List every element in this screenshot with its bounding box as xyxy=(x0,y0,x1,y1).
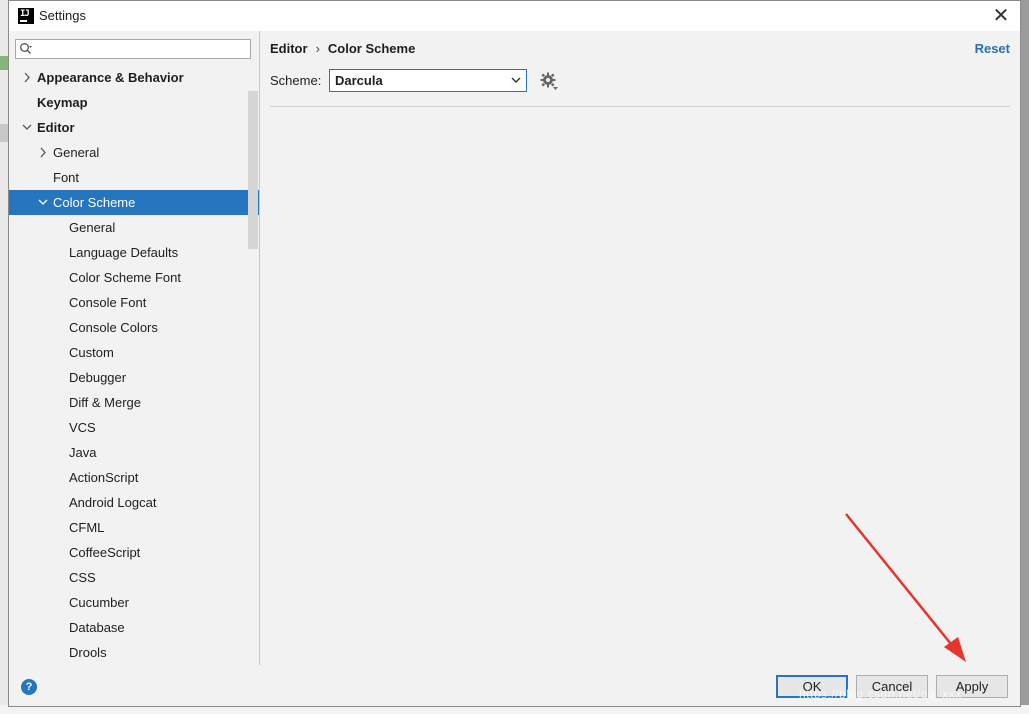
sidebar-item[interactable]: Cucumber xyxy=(9,590,259,615)
breadcrumb-separator: › xyxy=(315,41,320,56)
content-divider xyxy=(270,106,1010,107)
chevron-down-icon[interactable] xyxy=(21,115,33,140)
chevron-down-icon xyxy=(511,77,521,83)
background-app-strip xyxy=(0,0,8,714)
window-title: Settings xyxy=(39,8,86,23)
chevron-right-icon[interactable] xyxy=(37,140,49,165)
background-tab xyxy=(0,124,8,142)
sidebar-item[interactable]: Keymap xyxy=(9,90,259,115)
sidebar-item[interactable]: Color Scheme xyxy=(9,190,259,215)
sidebar-item[interactable]: CSS xyxy=(9,565,259,590)
sidebar-item[interactable]: General xyxy=(9,215,259,240)
help-icon[interactable]: ? xyxy=(21,679,37,695)
title-bar: IJ Settings ✕ xyxy=(9,1,1020,31)
breadcrumb-parent[interactable]: Editor xyxy=(270,41,308,56)
sidebar-item[interactable]: Appearance & Behavior xyxy=(9,65,259,90)
sidebar-item[interactable]: Language Defaults xyxy=(9,240,259,265)
sidebar-item[interactable]: ActionScript xyxy=(9,465,259,490)
sidebar-scrollbar[interactable] xyxy=(248,91,258,249)
sidebar-item-label: Debugger xyxy=(69,370,127,385)
sidebar-item-label: General xyxy=(69,220,116,235)
sidebar-item[interactable]: Database xyxy=(9,615,259,640)
dialog-button-bar: ? OK Cancel Apply https://blog.csdn.net/… xyxy=(9,665,1020,706)
close-icon[interactable]: ✕ xyxy=(990,5,1012,27)
sidebar-item[interactable]: General xyxy=(9,140,259,165)
scheme-dropdown[interactable]: Darcula xyxy=(329,69,527,92)
sidebar-item[interactable]: Font xyxy=(9,165,259,190)
sidebar-item-label: Console Colors xyxy=(69,320,158,335)
sidebar-item-label: Drools xyxy=(69,645,107,660)
sidebar-item-label: Android Logcat xyxy=(69,495,157,510)
sidebar-item-label: ActionScript xyxy=(69,470,139,485)
sidebar-item[interactable]: Custom xyxy=(9,340,259,365)
sidebar-item-label: CoffeeScript xyxy=(69,545,141,560)
sidebar-item-label: VCS xyxy=(69,420,96,435)
chevron-right-icon[interactable] xyxy=(21,65,33,90)
sidebar-item[interactable]: Diff & Merge xyxy=(9,390,259,415)
sidebar-item-label: Appearance & Behavior xyxy=(37,70,184,85)
sidebar-item[interactable]: CFML xyxy=(9,515,259,540)
sidebar-item-label: Color Scheme xyxy=(53,195,136,210)
reset-link[interactable]: Reset xyxy=(975,41,1010,56)
settings-sidebar: Appearance & Behavior Keymap Editor General… xyxy=(9,31,260,665)
sidebar-item[interactable]: Console Font xyxy=(9,290,259,315)
sidebar-item-label: Language Defaults xyxy=(69,245,179,260)
breadcrumb: Editor › Color Scheme xyxy=(270,41,415,56)
sidebar-item-label: Console Font xyxy=(69,295,147,310)
sidebar-item-label: Keymap xyxy=(37,95,88,110)
sidebar-item-label: Color Scheme Font xyxy=(69,270,181,285)
sidebar-item-label: Editor xyxy=(37,120,75,135)
scheme-value: Darcula xyxy=(335,73,383,88)
breadcrumb-current: Color Scheme xyxy=(327,41,416,56)
sidebar-item[interactable]: Android Logcat xyxy=(9,490,259,515)
sidebar-item[interactable]: CoffeeScript xyxy=(9,540,259,565)
gear-icon[interactable] xyxy=(539,71,559,91)
content-pane: Editor › Color Scheme Reset Scheme: Darcul… xyxy=(260,31,1020,665)
watermark-text: https://blog.csdn.net/qq_xxx xyxy=(799,687,962,701)
sidebar-item[interactable]: Drools xyxy=(9,640,259,665)
intellij-app-icon: IJ xyxy=(18,8,34,24)
sidebar-item-label: Font xyxy=(53,170,80,185)
sidebar-item-label: Custom xyxy=(69,345,114,360)
background-run-icon xyxy=(0,56,8,70)
sidebar-item-label: General xyxy=(53,145,100,160)
sidebar-item-label: Java xyxy=(69,445,97,460)
sidebar-item[interactable]: Java xyxy=(9,440,259,465)
sidebar-item[interactable]: Editor xyxy=(9,115,259,140)
sidebar-item-label: Diff & Merge xyxy=(69,395,142,410)
settings-dialog: IJ Settings ✕ Appearance & Behavior Keyma… xyxy=(8,0,1021,707)
chevron-down-icon[interactable] xyxy=(37,190,49,215)
sidebar-item-label: Cucumber xyxy=(69,595,129,610)
search-icon xyxy=(20,43,32,54)
sidebar-item-label: CSS xyxy=(69,570,96,585)
sidebar-item[interactable]: VCS xyxy=(9,415,259,440)
search-input[interactable] xyxy=(15,39,251,59)
sidebar-item[interactable]: Color Scheme Font xyxy=(9,265,259,290)
scheme-label: Scheme: xyxy=(270,73,322,88)
sidebar-item-label: Database xyxy=(69,620,125,635)
sidebar-item-label: CFML xyxy=(69,520,105,535)
sidebar-item[interactable]: Console Colors xyxy=(9,315,259,340)
sidebar-item[interactable]: Debugger xyxy=(9,365,259,390)
